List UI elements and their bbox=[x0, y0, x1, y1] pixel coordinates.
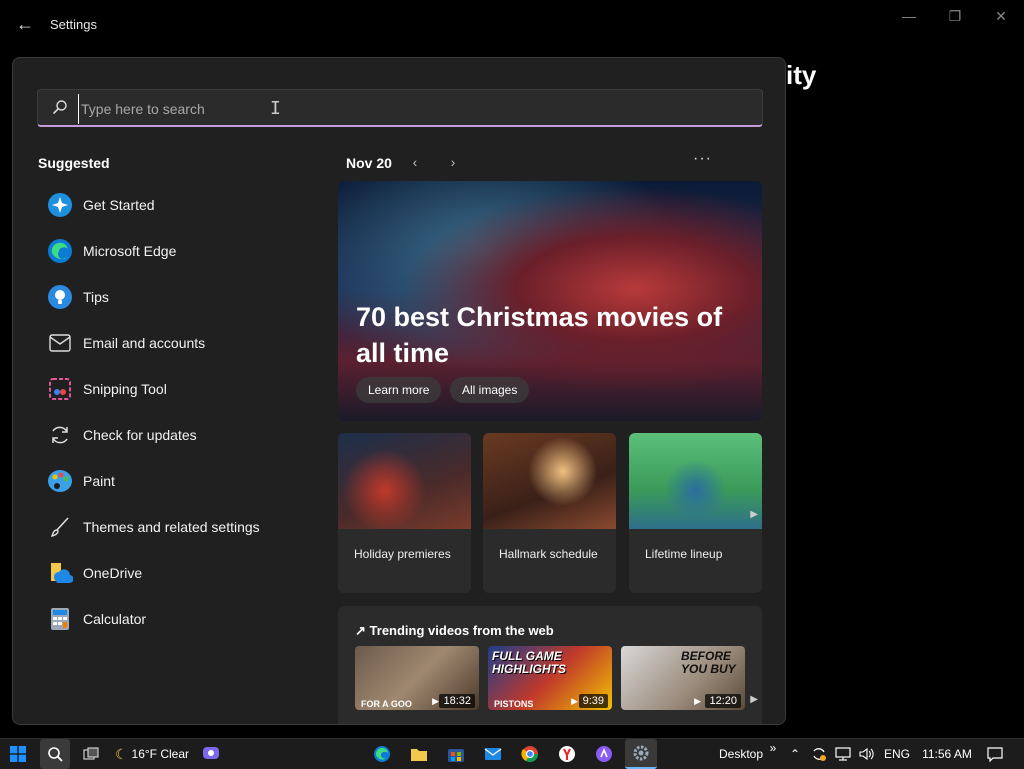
video-thumbnail[interactable]: FULL GAME HIGHLIGHTS PISTONS ▶ 9:39 bbox=[488, 646, 612, 710]
moon-icon: ☾ bbox=[114, 745, 128, 762]
calculator-icon bbox=[47, 606, 73, 632]
suggested-item-onedrive[interactable]: OneDrive bbox=[37, 550, 307, 596]
trending-heading: ↗ Trending videos from the web bbox=[355, 623, 554, 638]
store-icon[interactable] bbox=[443, 739, 469, 769]
chrome-icon[interactable] bbox=[517, 739, 543, 769]
sync-icon[interactable] bbox=[808, 739, 830, 769]
windows-start-icon[interactable] bbox=[4, 739, 32, 769]
video-thumbnail[interactable]: FOR A GOO ▶ 18:32 bbox=[355, 646, 479, 710]
suggested-item-microsoft-edge[interactable]: Microsoft Edge bbox=[37, 228, 307, 274]
suggested-item-themes[interactable]: Themes and related settings bbox=[37, 504, 307, 550]
card-holiday-premieres[interactable]: Holiday premieres bbox=[338, 433, 471, 593]
teams-chat-icon[interactable] bbox=[198, 739, 224, 769]
minimize-icon[interactable]: — bbox=[894, 8, 924, 24]
settings-page-heading: ity bbox=[786, 60, 817, 90]
card-hallmark-schedule[interactable]: Hallmark schedule bbox=[483, 433, 616, 593]
feed-cards: Holiday premieres Hallmark schedule Life… bbox=[338, 433, 762, 593]
suggested-item-email-accounts[interactable]: Email and accounts bbox=[37, 320, 307, 366]
edge-taskbar-icon[interactable] bbox=[369, 739, 395, 769]
chevron-up-icon[interactable]: ⌃ bbox=[786, 739, 804, 769]
taskbar-search-icon[interactable] bbox=[40, 739, 70, 769]
suggested-heading: Suggested bbox=[38, 155, 110, 171]
task-view-icon[interactable] bbox=[78, 739, 104, 769]
more-options-icon[interactable]: ··· bbox=[693, 150, 712, 168]
settings-title-bar: ← Settings — ❐ ✕ bbox=[0, 0, 1024, 50]
trending-up-icon: ↗ bbox=[355, 623, 366, 638]
hero-card[interactable]: 70 best Christmas movies of all time Lea… bbox=[338, 181, 762, 421]
edge-icon bbox=[47, 238, 73, 264]
suggested-item-get-started[interactable]: Get Started bbox=[37, 182, 307, 228]
maximize-icon[interactable]: ❐ bbox=[940, 8, 970, 25]
alice-assistant-icon[interactable] bbox=[591, 739, 617, 769]
close-icon[interactable]: ✕ bbox=[986, 8, 1016, 25]
video-duration: 9:39 bbox=[578, 694, 608, 708]
video-duration: 12:20 bbox=[705, 694, 741, 708]
brush-icon bbox=[47, 514, 73, 540]
suggested-item-tips[interactable]: Tips bbox=[37, 274, 307, 320]
language-indicator[interactable]: ENG bbox=[882, 739, 912, 769]
suggested-item-snipping-tool[interactable]: Snipping Tool bbox=[37, 366, 307, 412]
all-images-button[interactable]: All images bbox=[450, 377, 530, 403]
video-thumbnail[interactable]: BEFORE YOU BUY ▶ 12:20 bbox=[621, 646, 745, 710]
window-title: Settings bbox=[50, 17, 97, 32]
feed-date: Nov 20 bbox=[346, 155, 392, 171]
video-duration: 18:32 bbox=[439, 694, 475, 708]
search-input[interactable] bbox=[78, 94, 723, 124]
card-thumbnail bbox=[338, 433, 471, 529]
play-icon: ▶ bbox=[571, 696, 578, 706]
search-box[interactable]: I bbox=[37, 89, 763, 127]
back-arrow-icon[interactable]: ← bbox=[16, 14, 34, 35]
suggested-item-check-updates[interactable]: Check for updates bbox=[37, 412, 307, 458]
file-explorer-icon[interactable] bbox=[406, 739, 432, 769]
suggested-item-calculator[interactable]: Calculator bbox=[37, 596, 307, 642]
toolbar-overflow-icon[interactable]: » bbox=[766, 733, 780, 763]
desktop-toolbar[interactable]: Desktop bbox=[716, 739, 766, 769]
get-started-icon bbox=[47, 192, 73, 218]
learn-more-button[interactable]: Learn more bbox=[356, 377, 442, 403]
search-panel: I Suggested Get Started Microsoft Edge T… bbox=[12, 57, 786, 725]
chevron-right-icon[interactable]: › bbox=[443, 154, 463, 170]
refresh-icon bbox=[47, 422, 73, 448]
volume-icon[interactable] bbox=[856, 739, 878, 769]
card-thumbnail bbox=[629, 433, 762, 529]
mail-taskbar-icon[interactable] bbox=[480, 739, 506, 769]
network-icon[interactable] bbox=[832, 739, 854, 769]
mail-icon bbox=[47, 330, 73, 356]
yandex-browser-icon[interactable] bbox=[554, 739, 580, 769]
scroll-right-icon[interactable]: ▶ bbox=[750, 509, 758, 520]
hero-title: 70 best Christmas movies of all time bbox=[356, 302, 723, 368]
suggested-list: Get Started Microsoft Edge Tips Email an… bbox=[37, 182, 307, 642]
notification-icon[interactable] bbox=[984, 739, 1006, 769]
card-lifetime-lineup[interactable]: Lifetime lineup ▶ bbox=[629, 433, 762, 593]
play-icon: ▶ bbox=[432, 696, 439, 706]
snipping-tool-icon bbox=[47, 376, 73, 402]
suggested-item-paint[interactable]: Paint bbox=[37, 458, 307, 504]
scroll-right-icon[interactable]: ▶ bbox=[750, 694, 758, 705]
text-cursor-icon: I bbox=[270, 98, 281, 119]
card-thumbnail bbox=[483, 433, 616, 529]
chevron-left-icon[interactable]: ‹ bbox=[405, 154, 425, 170]
trending-videos: ↗ Trending videos from the web FOR A GOO… bbox=[338, 606, 762, 724]
search-icon bbox=[53, 100, 67, 114]
onedrive-icon bbox=[47, 560, 73, 586]
tips-icon bbox=[47, 284, 73, 310]
clock[interactable]: 11:56 AM bbox=[916, 739, 978, 769]
taskbar: ☾ 16°F Clear Desktop » ⌃ ENG 11:56 AM bbox=[0, 738, 1024, 769]
paint-icon bbox=[47, 468, 73, 494]
settings-taskbar-icon[interactable] bbox=[625, 739, 657, 769]
weather-widget[interactable]: ☾ 16°F Clear bbox=[112, 739, 192, 769]
play-icon: ▶ bbox=[694, 696, 701, 706]
